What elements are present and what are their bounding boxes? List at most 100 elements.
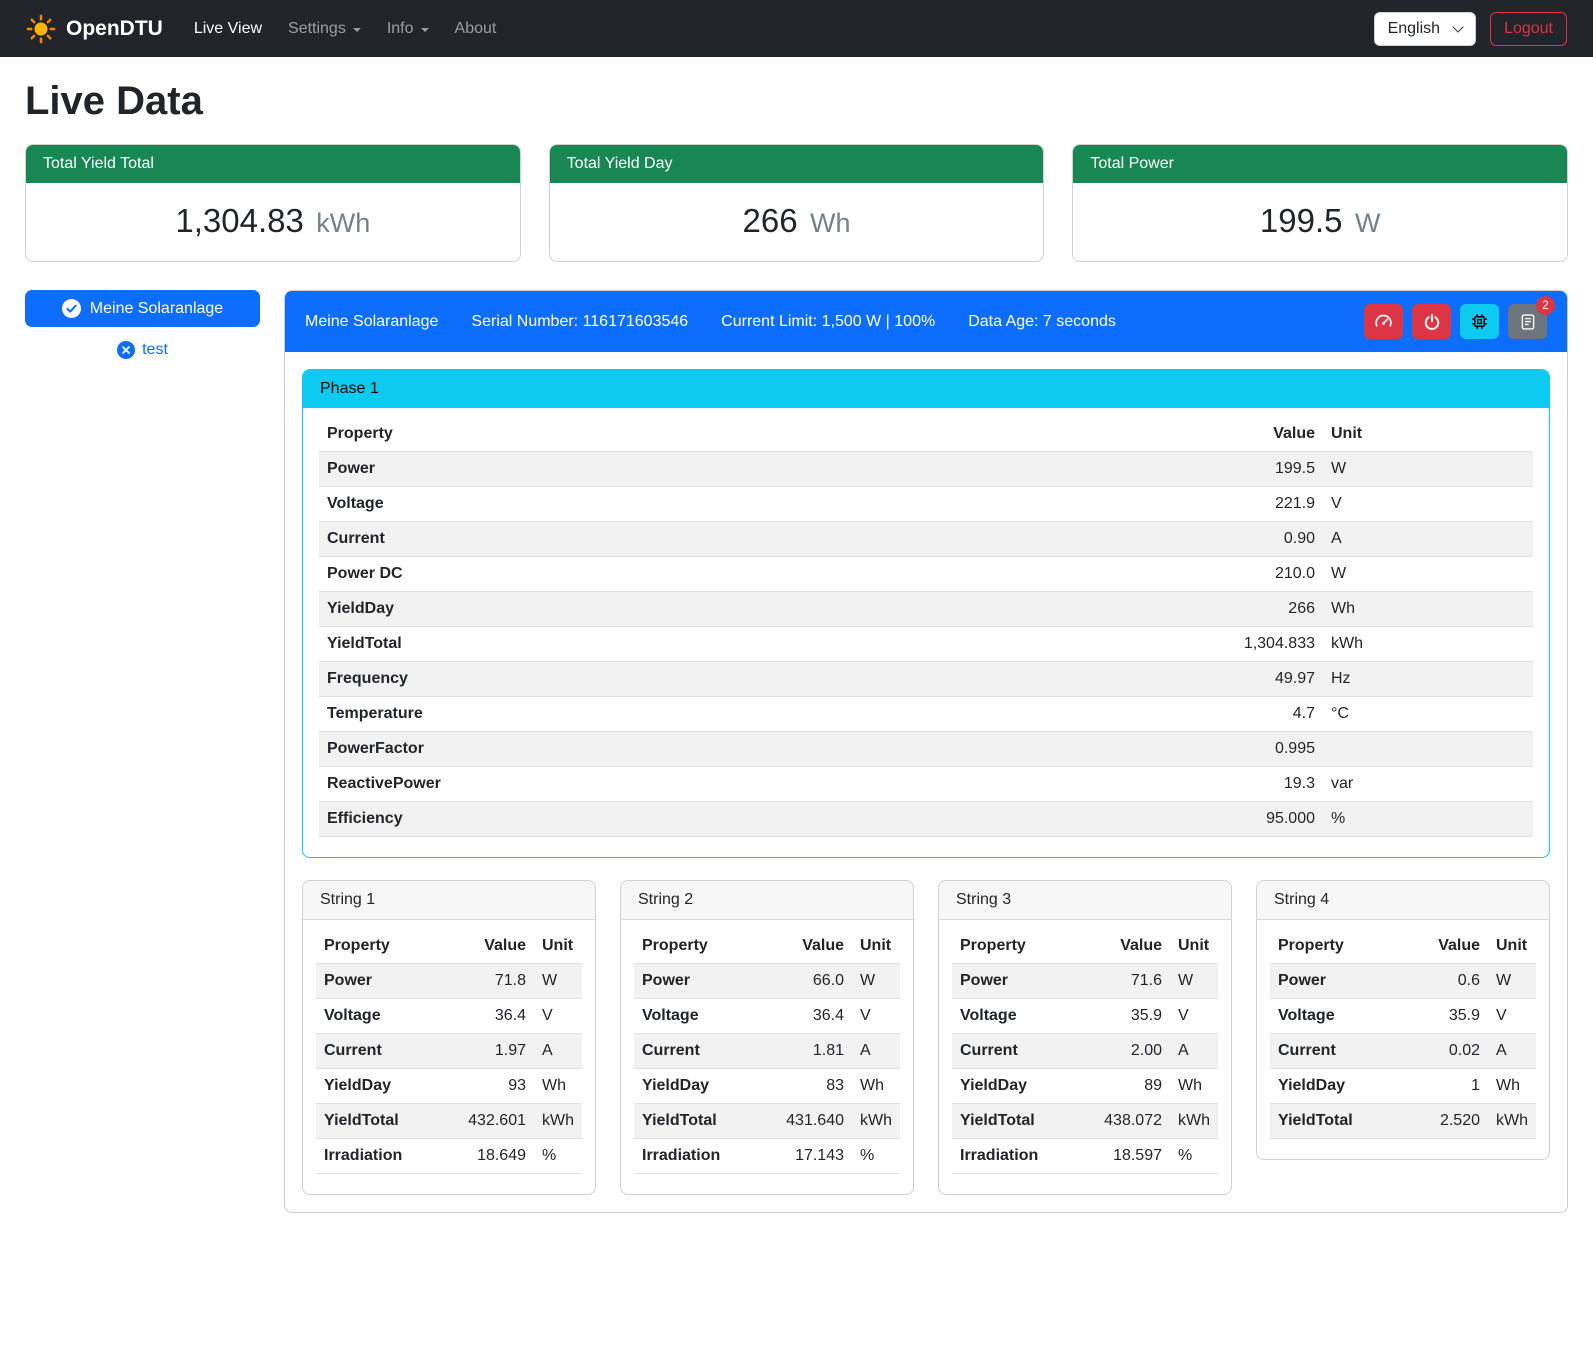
- property-value: 4.7: [1188, 697, 1323, 732]
- string-body: Property Value Unit Power66.0WVoltage36.…: [621, 920, 913, 1194]
- table-row: Power71.8W: [316, 964, 582, 999]
- property-unit: V: [1488, 999, 1536, 1034]
- table-row: YieldTotal2.520kWh: [1270, 1104, 1536, 1139]
- property-name: YieldTotal: [319, 627, 1188, 662]
- property-unit: Wh: [1488, 1069, 1536, 1104]
- nav-item-label: Info: [387, 20, 414, 38]
- property-value: 1,304.833: [1188, 627, 1323, 662]
- sidebar-test-label: test: [142, 341, 168, 359]
- inverter-card: Meine Solaranlage Serial Number: 1161716…: [284, 290, 1568, 1213]
- string-card-2: String 2 Property Value Unit: [620, 880, 914, 1195]
- total-yield-total-unit: kWh: [316, 208, 370, 238]
- phase-table: Property Value Unit Power199.5WVoltage22…: [319, 417, 1533, 837]
- property-value: 1.81: [770, 1034, 852, 1069]
- property-unit: [1323, 732, 1533, 767]
- property-name: YieldDay: [952, 1069, 1088, 1104]
- string-table: Property Value Unit Power71.8WVoltage36.…: [316, 929, 582, 1174]
- total-yield-day-value: 266: [743, 202, 798, 239]
- property-name: YieldDay: [634, 1069, 770, 1104]
- nav-item-about[interactable]: About: [442, 12, 510, 46]
- phase-body: Property Value Unit Power199.5WVoltage22…: [303, 408, 1549, 857]
- property-name: Irradiation: [316, 1139, 452, 1174]
- nav-item-info[interactable]: Info: [374, 12, 442, 46]
- string-body: Property Value Unit Power71.8WVoltage36.…: [303, 920, 595, 1194]
- table-row: Voltage36.4V: [634, 999, 900, 1034]
- property-unit: kWh: [534, 1104, 582, 1139]
- phase-title: Phase 1: [303, 370, 1549, 408]
- table-row: YieldTotal438.072kWh: [952, 1104, 1218, 1139]
- property-value: 93: [452, 1069, 534, 1104]
- table-row: Irradiation18.649%: [316, 1139, 582, 1174]
- string-table: Property Value Unit Power71.6WVoltage35.…: [952, 929, 1218, 1174]
- property-value: 18.597: [1088, 1139, 1170, 1174]
- chevron-down-icon: [421, 28, 429, 32]
- property-name: Current: [952, 1034, 1088, 1069]
- table-row: YieldDay266Wh: [319, 592, 1533, 627]
- page-title: Live Data: [25, 79, 1568, 124]
- string-table: Property Value Unit Power0.6WVoltage35.9…: [1270, 929, 1536, 1139]
- eventlog-button[interactable]: 2: [1508, 304, 1547, 339]
- nav-item-label: Live View: [194, 20, 262, 38]
- string-title: String 2: [621, 881, 913, 920]
- card-header: Total Power: [1073, 145, 1567, 183]
- card-total-yield-total: Total Yield Total 1,304.83 kWh: [25, 144, 521, 262]
- nav-item-label: Settings: [288, 20, 346, 38]
- property-name: Voltage: [319, 487, 1188, 522]
- language-select[interactable]: English: [1374, 12, 1476, 46]
- property-value: 0.02: [1406, 1034, 1488, 1069]
- property-name: Power: [316, 964, 452, 999]
- table-header-row: Property Value Unit: [634, 929, 900, 964]
- property-name: Voltage: [1270, 999, 1406, 1034]
- column-header-value: Value: [452, 929, 534, 964]
- string-card-4: String 4 Property Value Unit: [1256, 880, 1550, 1160]
- column-header-property: Property: [316, 929, 452, 964]
- property-unit: kWh: [1170, 1104, 1218, 1139]
- property-name: YieldTotal: [952, 1104, 1088, 1139]
- property-value: 2.520: [1406, 1104, 1488, 1139]
- limit-settings-button[interactable]: [1364, 304, 1403, 339]
- property-value: 95.000: [1188, 802, 1323, 837]
- power-control-button[interactable]: [1412, 304, 1451, 339]
- property-name: ReactivePower: [319, 767, 1188, 802]
- property-unit: %: [534, 1139, 582, 1174]
- sidebar-item-test[interactable]: test: [25, 341, 260, 359]
- column-header-property: Property: [634, 929, 770, 964]
- logout-button[interactable]: Logout: [1490, 12, 1567, 46]
- property-value: 438.072: [1088, 1104, 1170, 1139]
- nav-item-settings[interactable]: Settings: [275, 12, 374, 46]
- brand-link[interactable]: OpenDTU: [26, 14, 163, 44]
- nav-item-live-view[interactable]: Live View: [181, 12, 275, 46]
- table-row: Irradiation18.597%: [952, 1139, 1218, 1174]
- cpu-icon: [1470, 312, 1489, 331]
- sidebar: Meine Solaranlage test: [25, 290, 260, 359]
- inverter-serial: Serial Number: 116171603546: [471, 313, 688, 331]
- property-unit: A: [534, 1034, 582, 1069]
- property-unit: W: [1488, 964, 1536, 999]
- property-value: 0.6: [1406, 964, 1488, 999]
- sidebar-item-inverter[interactable]: Meine Solaranlage: [25, 290, 260, 327]
- property-value: 71.6: [1088, 964, 1170, 999]
- content-row: Meine Solaranlage test Meine Solaranlage…: [25, 290, 1568, 1213]
- property-value: 0.90: [1188, 522, 1323, 557]
- property-value: 266: [1188, 592, 1323, 627]
- table-row: PowerFactor0.995: [319, 732, 1533, 767]
- column-header-unit: Unit: [534, 929, 582, 964]
- property-value: 1.97: [452, 1034, 534, 1069]
- property-unit: kWh: [852, 1104, 900, 1139]
- property-name: Voltage: [634, 999, 770, 1034]
- property-name: Power: [952, 964, 1088, 999]
- total-yield-day-unit: Wh: [810, 208, 851, 238]
- property-unit: %: [1323, 802, 1533, 837]
- property-value: 431.640: [770, 1104, 852, 1139]
- property-name: PowerFactor: [319, 732, 1188, 767]
- sidebar-inverter-label: Meine Solaranlage: [90, 300, 223, 318]
- property-unit: W: [534, 964, 582, 999]
- property-unit: A: [1488, 1034, 1536, 1069]
- power-icon: [1423, 313, 1441, 331]
- journal-icon: [1519, 313, 1537, 331]
- card-header: Total Yield Day: [550, 145, 1044, 183]
- property-unit: °C: [1323, 697, 1533, 732]
- property-value: 1: [1406, 1069, 1488, 1104]
- table-row: Current0.90A: [319, 522, 1533, 557]
- device-info-button[interactable]: [1460, 304, 1499, 339]
